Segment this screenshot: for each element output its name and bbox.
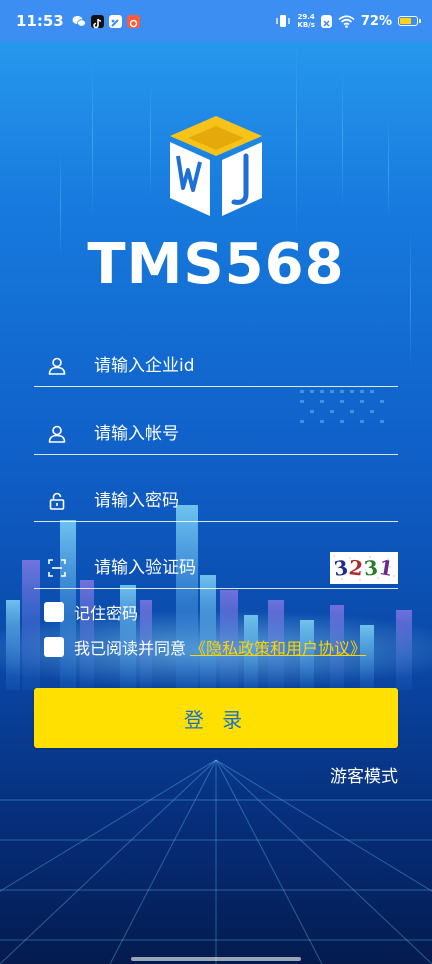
network-speed-icon: 29.4 KB/s xyxy=(297,13,314,29)
password-row xyxy=(34,481,398,522)
privacy-policy-link[interactable]: 《隐私政策和用户协议》 xyxy=(190,635,366,659)
vibrate-icon xyxy=(276,15,291,27)
battery-percentage: 72% xyxy=(360,13,392,29)
wechat-icon xyxy=(72,15,86,27)
tiktok-icon xyxy=(90,14,104,28)
agreement-row: 我已阅读并同意 《隐私政策和用户协议》 xyxy=(44,635,366,659)
tms-cube-logo-icon xyxy=(166,112,266,222)
account-row xyxy=(34,414,398,455)
company-id-input[interactable] xyxy=(94,356,398,376)
remember-password-checkbox[interactable] xyxy=(44,602,64,622)
captcha-text: 3231 xyxy=(333,554,396,582)
status-system-icons: 29.4 KB/s 72% xyxy=(275,13,421,29)
remember-password-label[interactable]: 记住密码 xyxy=(74,600,138,624)
password-input[interactable] xyxy=(94,491,398,511)
network-speed-value: 29.4 xyxy=(297,13,315,21)
wifi-icon xyxy=(338,14,355,28)
app-icon xyxy=(108,14,122,28)
login-screen: 11:53 29.4 KB/s 72% TMS568 请输入企业id 请输入帐号… xyxy=(0,0,432,964)
login-button[interactable]: 登 录 xyxy=(34,688,398,748)
agreement-label: 我已阅读并同意 xyxy=(74,639,187,658)
home-indicator[interactable] xyxy=(131,957,301,961)
battery-level xyxy=(400,18,411,24)
status-time: 11:53 xyxy=(16,12,64,30)
account-input[interactable] xyxy=(94,424,398,444)
sim-off-icon xyxy=(320,14,332,28)
status-notification-icons xyxy=(72,14,140,28)
network-speed-unit: KB/s xyxy=(297,21,315,29)
status-bar: 11:53 29.4 KB/s 72% xyxy=(0,0,432,42)
captcha-char: 1 xyxy=(377,554,396,582)
notification-app-icon xyxy=(126,14,140,28)
scan-icon xyxy=(46,557,68,579)
user-icon xyxy=(46,355,68,377)
company-id-row xyxy=(34,346,398,387)
guest-mode-link[interactable]: 游客模式 xyxy=(330,762,398,787)
captcha-image[interactable]: 3231 xyxy=(330,552,398,584)
user-icon xyxy=(46,423,68,445)
remember-password-row: 记住密码 xyxy=(44,600,138,624)
lock-icon xyxy=(46,490,68,512)
battery-icon xyxy=(398,16,421,26)
captcha-row: 3231 xyxy=(34,548,398,589)
agreement-checkbox[interactable] xyxy=(44,637,64,657)
app-title: TMS568 xyxy=(87,232,345,297)
captcha-input[interactable] xyxy=(94,558,330,578)
